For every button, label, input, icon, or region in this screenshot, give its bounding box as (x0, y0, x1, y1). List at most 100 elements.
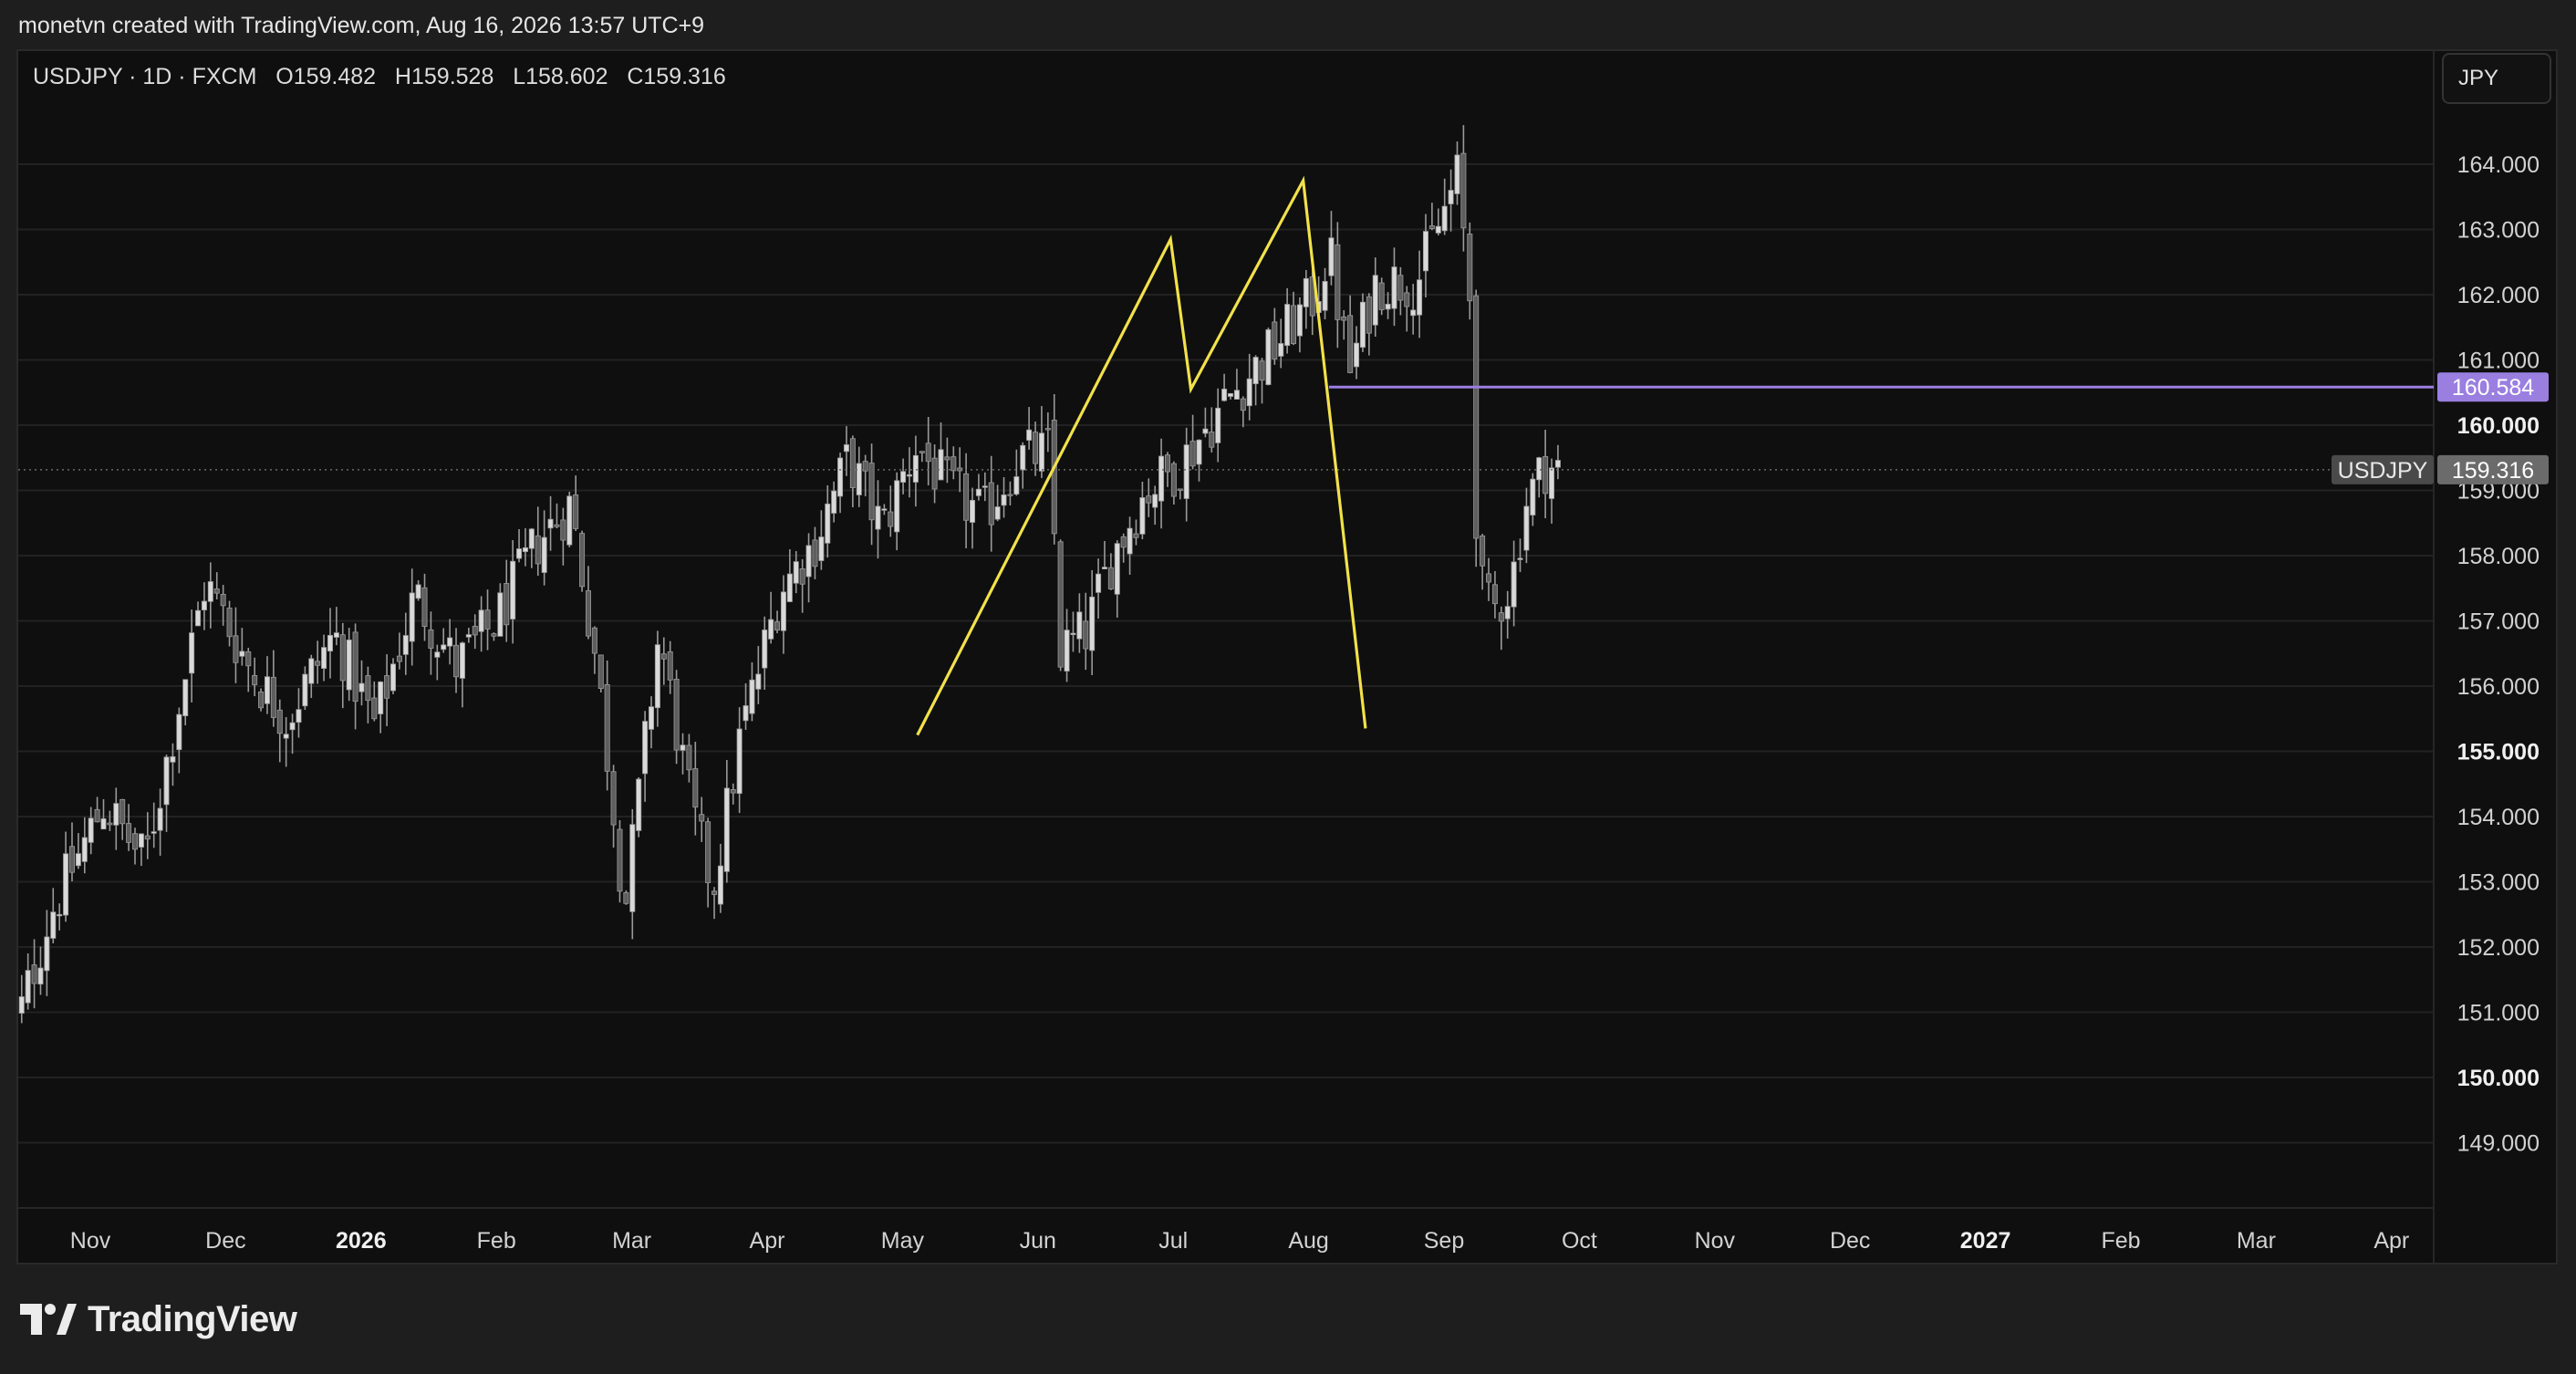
candle-body (107, 822, 113, 826)
y-axis-label: 158.000 (2457, 544, 2540, 569)
candle-body (805, 545, 812, 578)
candle-body (1202, 428, 1209, 434)
candle-body (755, 673, 762, 690)
x-axis-label: Nov (70, 1228, 111, 1254)
candle-body (315, 661, 321, 666)
candle-body (1127, 527, 1133, 555)
candle-body (252, 674, 258, 685)
candle-body (57, 913, 63, 917)
candle-body (447, 637, 453, 647)
x-axis-label: Dec (1830, 1228, 1870, 1254)
candle-body (1278, 343, 1284, 357)
y-axis-label: 161.000 (2457, 349, 2540, 374)
candle-body (378, 682, 384, 714)
candle-body (1265, 328, 1272, 385)
candle-body (975, 488, 982, 496)
candle-body (1435, 225, 1441, 234)
candle-body (610, 771, 617, 826)
candle-body (642, 721, 649, 775)
candle-body (296, 709, 302, 723)
y-axis-label: 149.000 (2457, 1131, 2540, 1157)
candle-body (1328, 237, 1335, 276)
x-axis-label: Dec (205, 1228, 245, 1254)
candle-body (1120, 536, 1127, 548)
candle-body (428, 629, 434, 649)
candle-body (1215, 407, 1221, 443)
candle-body (793, 561, 799, 584)
candle-body (1391, 266, 1397, 309)
candle-body (931, 457, 938, 490)
x-axis-label: Feb (477, 1228, 516, 1254)
candle-body (213, 588, 220, 594)
candle-body (176, 713, 182, 751)
candle-body (339, 634, 346, 682)
candle-body (1189, 441, 1196, 467)
candle-body (1013, 476, 1020, 495)
candle-body (579, 533, 586, 588)
candle-body (126, 823, 132, 843)
candle-body (163, 756, 170, 806)
candle-body (308, 658, 315, 684)
pattern-trendline (916, 175, 1367, 736)
high-value: H159.528 (394, 64, 494, 89)
candle-body (1252, 357, 1259, 385)
candle-body (919, 451, 925, 453)
candle-body (207, 581, 213, 602)
candle-body (239, 651, 245, 657)
candle-body (170, 755, 176, 763)
candle-body (346, 640, 352, 691)
candle-body (1372, 275, 1378, 326)
candle-body (1498, 612, 1504, 622)
candle-body (201, 600, 207, 611)
candle-body (1296, 304, 1303, 337)
x-axis-label: Sep (1424, 1228, 1464, 1254)
candle-body (881, 508, 888, 511)
candle-body (1523, 505, 1530, 551)
candle-body (1007, 494, 1013, 496)
candle-body (623, 891, 629, 904)
candle-body (950, 456, 957, 472)
price-chart[interactable]: 164.000163.000162.000161.000160.000159.0… (0, 0, 2576, 1374)
candle-body (75, 853, 81, 867)
candle-body (900, 471, 907, 483)
candle-body (648, 706, 654, 730)
candle-body (1064, 630, 1070, 671)
symbol-price-tag: USDJPY (2338, 458, 2428, 484)
candle-body (636, 778, 642, 831)
candle-body (1549, 467, 1555, 499)
candle-body (151, 831, 157, 834)
candle-body (1246, 378, 1252, 407)
candle-body (522, 546, 528, 553)
candle-body (270, 676, 276, 718)
candle-body (94, 808, 100, 823)
candle-body (189, 632, 195, 674)
currency-button[interactable]: JPY (2442, 53, 2551, 104)
candle-body (1001, 494, 1007, 506)
candle-body (1473, 295, 1480, 539)
candle-body (441, 644, 447, 651)
candle-body (1341, 316, 1347, 321)
candle-body (157, 807, 163, 831)
candle-body (1183, 444, 1189, 499)
candle-body (415, 584, 421, 599)
x-axis-label: 2027 (1960, 1228, 2011, 1254)
candle-body (504, 583, 510, 626)
candle-body (1209, 432, 1215, 448)
candle-body (736, 728, 743, 795)
candle-body (258, 691, 265, 709)
candle-body (1354, 342, 1360, 368)
candle-body (604, 683, 610, 772)
candle-body (591, 627, 597, 654)
open-value: O159.482 (275, 64, 377, 89)
candle-body (50, 911, 57, 939)
x-axis-label: Jun (1020, 1228, 1056, 1254)
candle-body (321, 647, 327, 670)
tradingview-logo[interactable]: TradingView (20, 1299, 297, 1339)
candle-body (1511, 561, 1517, 608)
candle-body (1536, 457, 1542, 481)
candle-body (541, 536, 547, 573)
low-value: L158.602 (513, 64, 608, 89)
candle-body (1152, 494, 1158, 508)
candle-body (944, 456, 950, 461)
candle-body (717, 865, 723, 905)
